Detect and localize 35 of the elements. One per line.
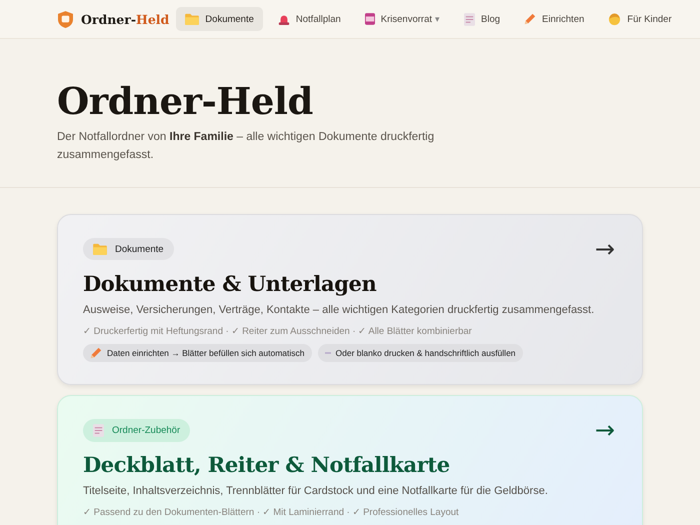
nav-link[interactable]: Notfallplan	[268, 7, 350, 31]
card-title: Dokumente & Unterlagen	[83, 271, 378, 296]
page-icon	[93, 424, 104, 437]
category-badge: Ordner-Zubehör	[83, 418, 190, 442]
category-card[interactable]	[57, 395, 643, 525]
nav-link[interactable]: Dokumente	[176, 7, 263, 31]
siren-icon	[278, 13, 290, 25]
card-description: Titelseite, Inhaltsverzeichnis, Trennblätter für Cardstock und eine Notfallkarte für die Geldbörse.	[83, 485, 549, 498]
feature-list: ✓ Passend zu den Dokumenten-Blättern · ✓ Mit Laminierrand · ✓ Professionelles Layout	[83, 506, 617, 518]
nav-link[interactable]: Für Kinder	[599, 6, 681, 32]
brand-name[interactable]: Ordner-Held	[81, 12, 170, 26]
pencil-icon	[524, 13, 536, 25]
nav-link[interactable]: Krisenvorrat ▾	[356, 7, 449, 31]
can-icon	[364, 13, 375, 25]
nav-link[interactable]: Blog	[455, 6, 510, 32]
info-chip: Oder blanko drucken & handschriftlich ausfüllen	[318, 344, 523, 362]
category-card[interactable]	[57, 214, 643, 386]
caret-icon: ▾	[435, 14, 440, 24]
card-description: Ausweise, Versicherungen, Verträge, Kontakte – alle wichtigen Kategorien druckfertig zusammengefasst.	[83, 304, 596, 316]
shield-logo-icon	[58, 10, 73, 28]
arrow-icon: →	[594, 237, 615, 262]
folder-icon	[93, 243, 107, 256]
page-title: Ordner-Held	[57, 79, 314, 124]
page-icon	[464, 12, 475, 26]
arrow-icon: →	[594, 418, 615, 442]
feature-list: ✓ Druckerfertig mit Heftungsrand · ✓ Reiter zum Ausschneiden · ✓ Alle Blätter kombinierbar	[83, 325, 617, 338]
folder-icon	[185, 13, 200, 25]
page-subtitle: Der Notfallordner von Ihre Familie – alle wichtigen Dokumente druckfertig zusammengefasst.	[57, 130, 436, 164]
category-badge: Dokumente	[83, 238, 174, 260]
card-title: Deckblatt, Reiter & Notfallkarte	[83, 452, 451, 478]
child-icon	[608, 12, 622, 26]
dash-icon	[324, 352, 330, 354]
info-chip: Daten einrichten → Blätter befüllen sich automatisch	[83, 344, 312, 362]
pencil-icon	[90, 347, 102, 360]
nav-link[interactable]: Einrichten	[515, 7, 594, 31]
